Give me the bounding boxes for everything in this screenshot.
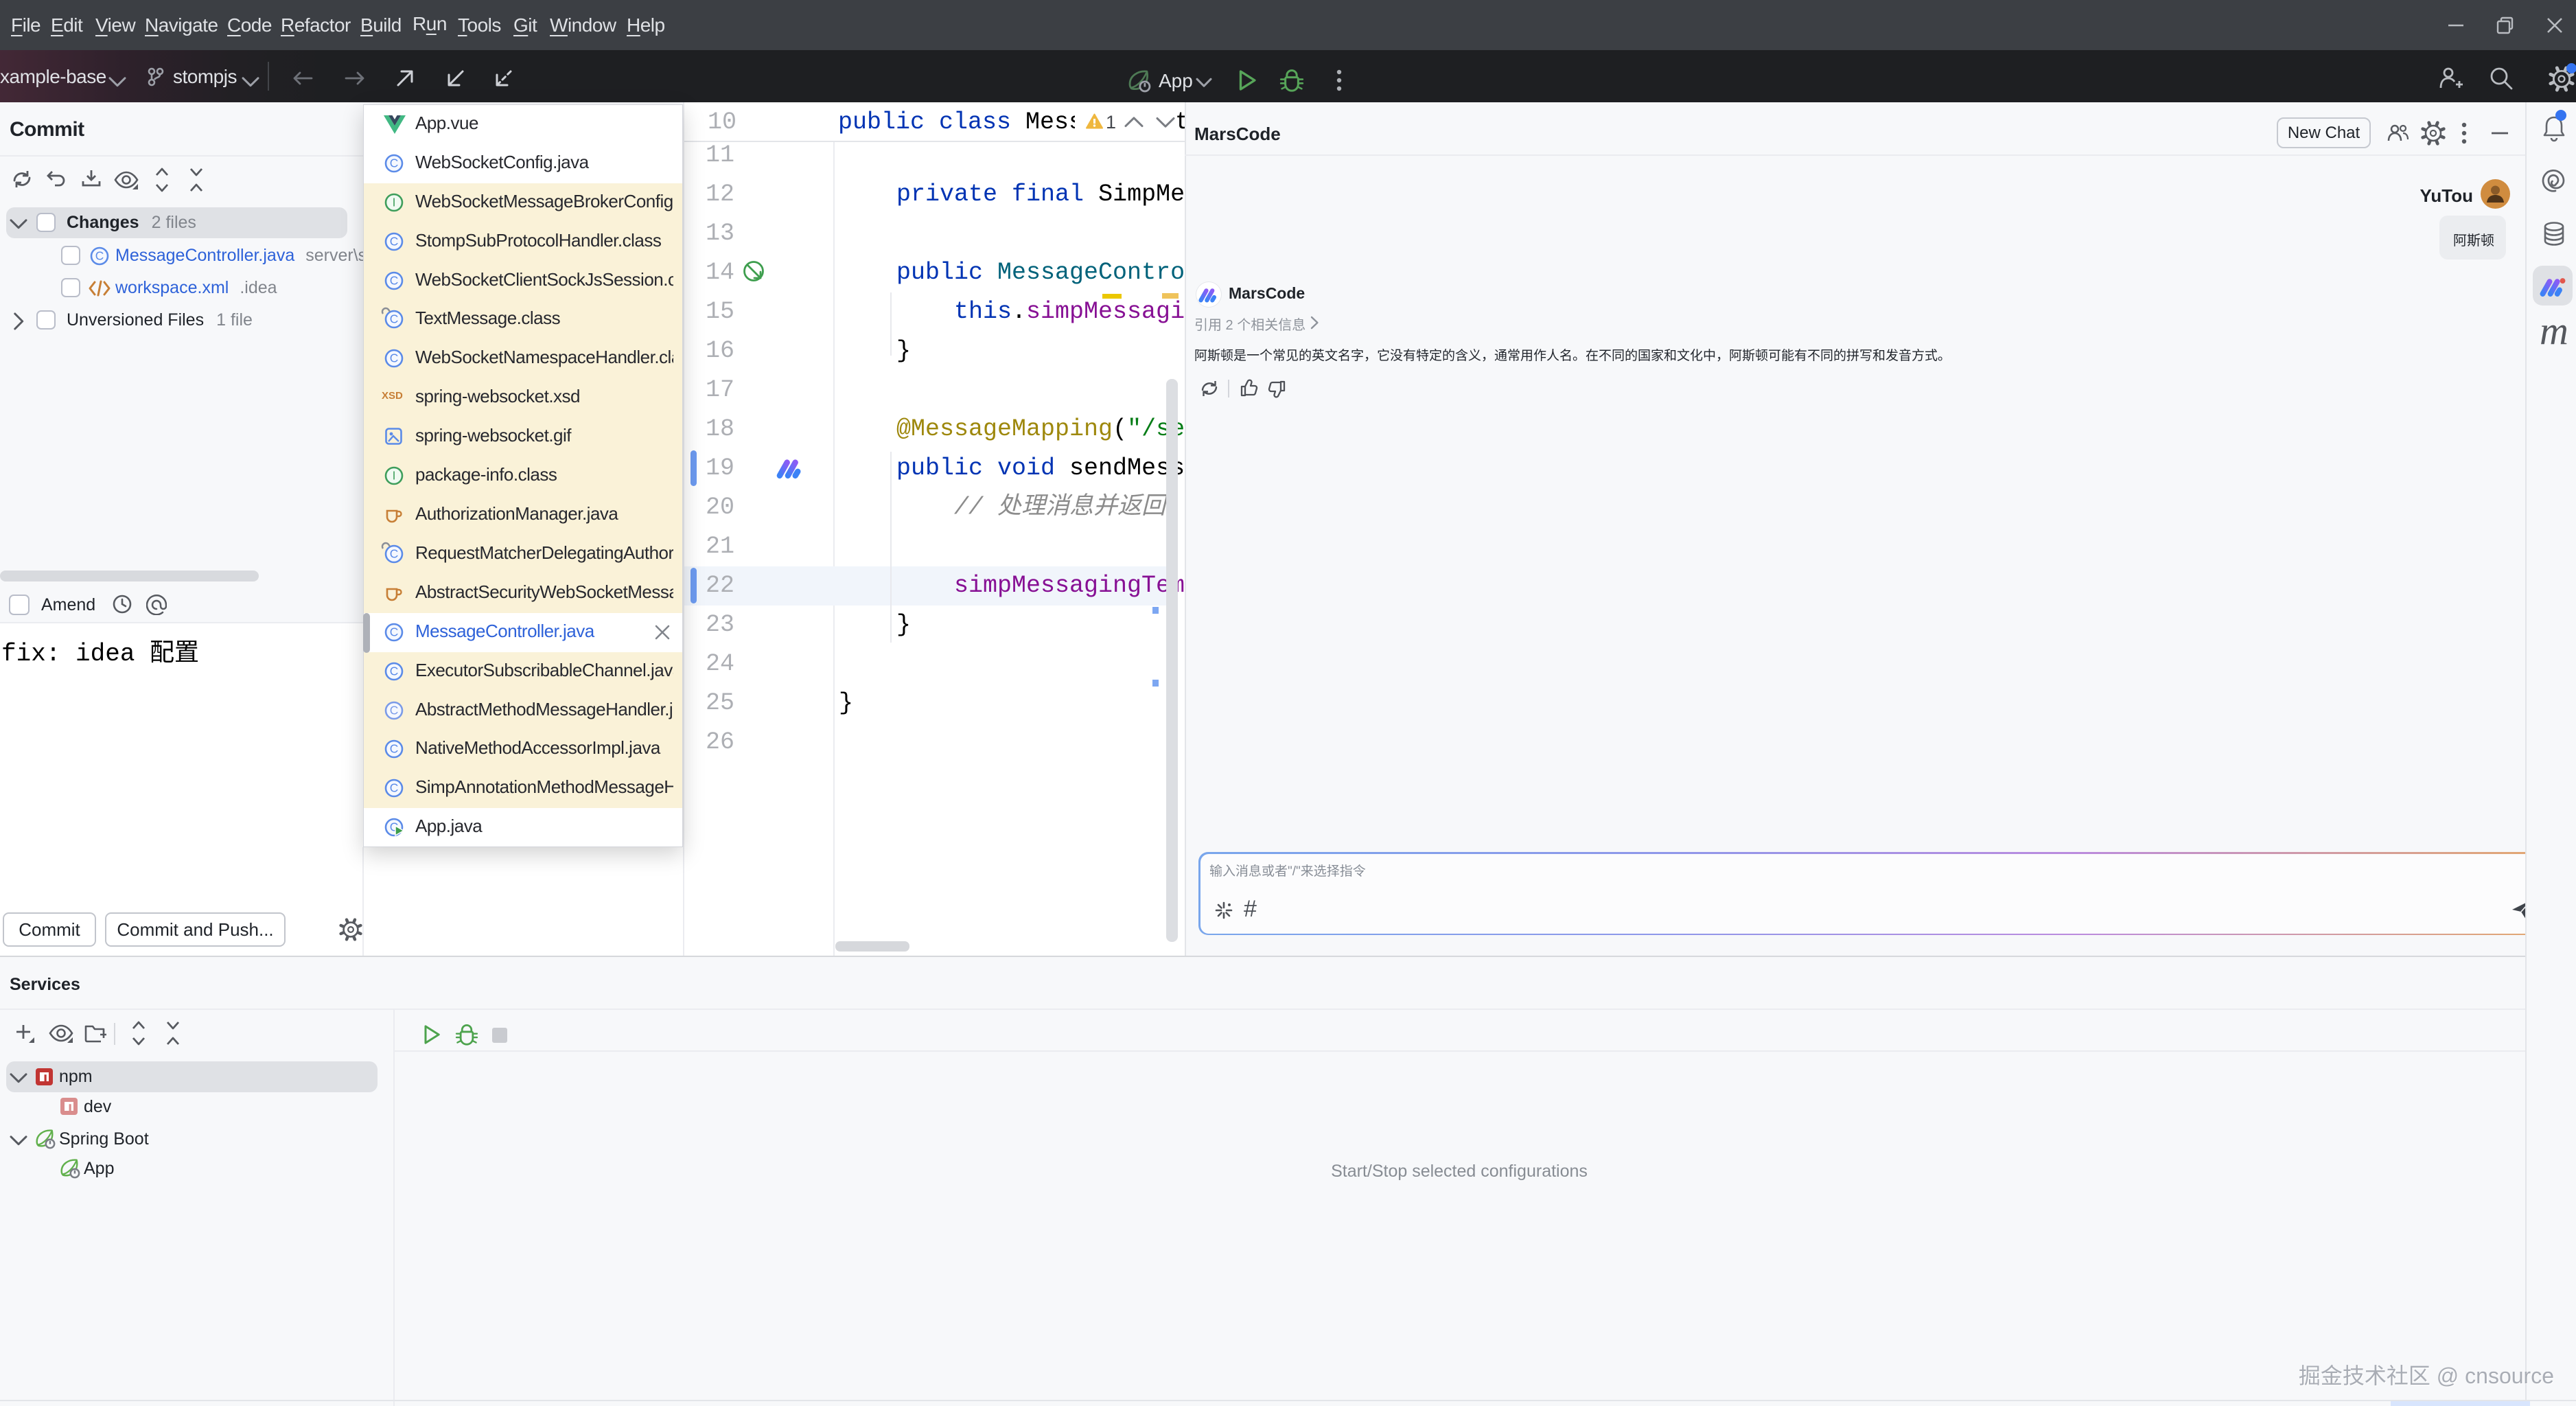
svg-text:C: C	[390, 274, 399, 288]
svg-text:C: C	[95, 249, 104, 263]
svg-text:C: C	[390, 235, 399, 249]
svg-text:I: I	[393, 196, 396, 209]
svg-text:C: C	[390, 625, 399, 639]
svg-text:C: C	[390, 781, 399, 795]
svg-text:C: C	[390, 704, 399, 717]
svg-text:I: I	[393, 469, 396, 483]
svg-text:C: C	[390, 742, 399, 756]
svg-text:C: C	[390, 665, 399, 678]
svg-text:C: C	[390, 352, 399, 365]
svg-text:C: C	[390, 157, 399, 170]
